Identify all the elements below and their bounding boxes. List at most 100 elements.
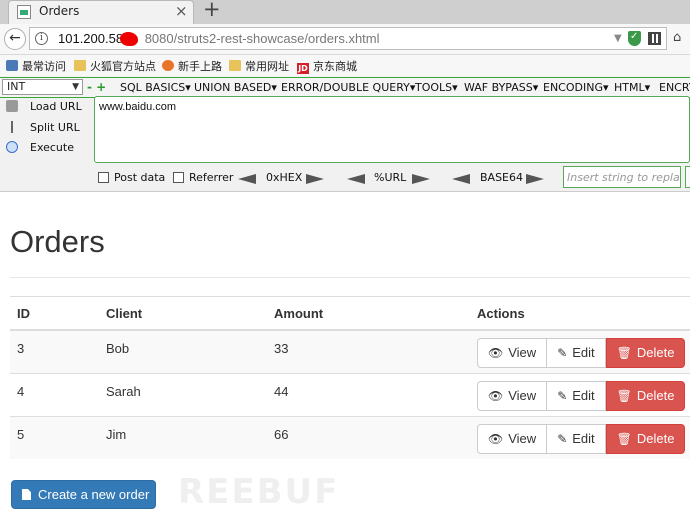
load-url-button[interactable]: Load URL xyxy=(6,100,82,113)
tab-title: Orders xyxy=(39,4,80,18)
replace-string-input[interactable]: Insert string to replace xyxy=(563,166,681,188)
url-path: 8080/struts2-rest-showcase/orders.xhtml xyxy=(144,31,380,46)
split-url-button[interactable]: Split URL xyxy=(6,121,80,134)
order-actions: 👁 View ✎ Edit 🗑 Delete xyxy=(470,415,690,459)
action-button-group: 👁 View ✎ Edit 🗑 Delete xyxy=(477,423,690,454)
address-bar[interactable]: i 101.200.58. 8080/struts2-rest-showcase/… xyxy=(29,27,667,50)
url-host: 101.200.58. xyxy=(58,31,127,46)
trash-icon: 🗑 xyxy=(616,388,632,403)
site-info-icon[interactable]: i xyxy=(35,32,48,45)
delete-button[interactable]: 🗑 Delete xyxy=(605,380,686,411)
order-amount: 44 xyxy=(267,372,470,416)
order-actions: 👁 View ✎ Edit 🗑 Delete xyxy=(470,329,690,373)
create-order-label: Create a new order xyxy=(38,487,150,502)
view-label: View xyxy=(508,387,537,403)
order-id: 4 xyxy=(10,372,99,416)
bookmark-getting-started[interactable]: 新手上路 xyxy=(162,58,222,74)
order-client: Jim xyxy=(99,415,267,459)
delete-button[interactable]: 🗑 Delete xyxy=(605,423,686,454)
base64-label: BASE64 xyxy=(480,171,524,184)
bookmark-label: 新手上路 xyxy=(178,60,222,73)
bookmark-common-sites[interactable]: 常用网址 xyxy=(229,58,289,74)
menu-html[interactable]: HTML▾ xyxy=(614,81,650,94)
bookmark-label: 最常访问 xyxy=(22,60,66,73)
new-tab-button[interactable]: + xyxy=(203,0,221,21)
edit-button[interactable]: ✎ Edit xyxy=(547,423,606,454)
referrer-label: Referrer xyxy=(189,171,234,184)
firefox-icon xyxy=(162,60,174,71)
menu-union-based[interactable]: UNION BASED▾ xyxy=(194,81,277,94)
bookmark-firefox-site[interactable]: 火狐官方站点 xyxy=(74,58,156,74)
view-button[interactable]: 👁 View xyxy=(477,423,548,454)
menu-encryption[interactable]: ENCRY xyxy=(659,81,690,94)
replace-button[interactable] xyxy=(685,166,690,188)
tab-orders[interactable]: Orders × xyxy=(8,0,194,24)
url-dropdown-icon[interactable]: ▼ xyxy=(614,33,622,44)
hex-encode-arrow-icon[interactable] xyxy=(306,174,324,184)
referrer-checkbox[interactable] xyxy=(173,172,184,183)
bookmark-label: 常用网址 xyxy=(245,60,289,73)
menu-sql-basics[interactable]: SQL BASICS▾ xyxy=(120,81,191,94)
url-encode-arrow-icon[interactable] xyxy=(412,174,430,184)
watermark: REEBUF xyxy=(178,472,340,512)
action-button-group: 👁 View ✎ Edit 🗑 Delete xyxy=(477,380,690,411)
order-id: 3 xyxy=(10,329,99,373)
hackbar-url-field[interactable]: www.baidu.com xyxy=(94,96,690,163)
edit-label: Edit xyxy=(572,430,595,446)
view-button[interactable]: 👁 View xyxy=(477,380,548,411)
delete-label: Delete xyxy=(636,387,675,403)
edit-button[interactable]: ✎ Edit xyxy=(547,338,606,368)
execute-icon xyxy=(6,141,18,153)
view-button[interactable]: 👁 View xyxy=(477,338,548,368)
menu-waf-bypass[interactable]: WAF BYPASS▾ xyxy=(464,81,538,94)
qr-code-icon[interactable] xyxy=(648,32,661,45)
url-text: 101.200.58. 8080/struts2-rest-showcase/or… xyxy=(58,31,380,46)
bookmark-most-visited[interactable]: 最常访问 xyxy=(6,58,66,74)
file-icon xyxy=(22,489,31,500)
column-header-id: ID xyxy=(10,296,99,331)
close-tab-icon[interactable]: × xyxy=(175,2,188,20)
back-button[interactable]: ← xyxy=(4,28,26,50)
bookmark-label: 京东商城 xyxy=(313,60,357,73)
order-id: 5 xyxy=(10,415,99,459)
type-select-value: INT xyxy=(7,80,26,93)
view-label: View xyxy=(508,430,537,446)
edit-icon: ✎ xyxy=(557,388,568,403)
edit-button[interactable]: ✎ Edit xyxy=(547,380,606,411)
plus-minus-icon[interactable]: - + xyxy=(87,80,106,94)
edit-icon: ✎ xyxy=(557,431,568,446)
edit-label: Edit xyxy=(572,387,595,403)
folder-icon xyxy=(229,60,241,71)
chevron-down-icon: ▼ xyxy=(72,82,79,92)
action-button-group: 👁 View ✎ Edit 🗑 Delete xyxy=(477,338,690,368)
home-icon[interactable]: ⌂ xyxy=(673,30,681,45)
load-url-icon xyxy=(6,100,18,112)
eye-icon: 👁 xyxy=(488,388,504,403)
delete-button[interactable]: 🗑 Delete xyxy=(605,338,686,368)
menu-encoding[interactable]: ENCODING▾ xyxy=(543,81,609,94)
order-amount: 33 xyxy=(267,329,470,373)
menu-tools[interactable]: TOOLS▾ xyxy=(415,81,458,94)
view-label: View xyxy=(508,345,537,360)
title-divider xyxy=(10,277,690,278)
eye-icon: 👁 xyxy=(488,431,504,446)
base64-encode-arrow-icon[interactable] xyxy=(526,174,544,184)
shield-icon[interactable] xyxy=(628,31,641,46)
edit-label: Edit xyxy=(572,345,595,360)
eye-icon: 👁 xyxy=(488,346,504,360)
url-decode-arrow-icon[interactable] xyxy=(347,174,365,184)
bookmark-label: 火狐官方站点 xyxy=(90,60,156,73)
create-order-button[interactable]: Create a new order xyxy=(11,480,156,509)
hex-decode-arrow-icon[interactable] xyxy=(238,174,256,184)
execute-button[interactable]: Execute xyxy=(6,141,74,154)
base64-decode-arrow-icon[interactable] xyxy=(452,174,470,184)
order-client: Bob xyxy=(99,329,267,373)
navigation-bar: ← i 101.200.58. 8080/struts2-rest-showcas… xyxy=(0,24,690,55)
bookmark-jd[interactable]: JD 京东商城 xyxy=(297,58,357,74)
order-client: Sarah xyxy=(99,372,267,416)
orders-table: ID Client Amount Actions 3 Bob 33 👁 View … xyxy=(10,296,690,459)
post-data-checkbox[interactable] xyxy=(98,172,109,183)
type-select[interactable]: INT ▼ xyxy=(2,79,83,95)
menu-error-double-query[interactable]: ERROR/DOUBLE QUERY▾ xyxy=(281,81,415,94)
split-url-label: Split URL xyxy=(30,121,80,134)
